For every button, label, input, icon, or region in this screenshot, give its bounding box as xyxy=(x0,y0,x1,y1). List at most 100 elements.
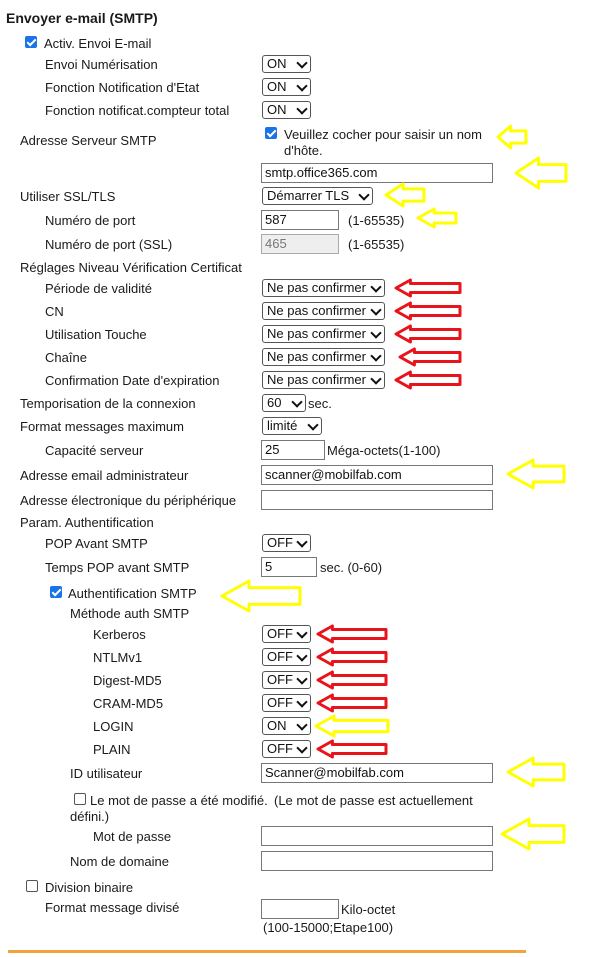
chevron-down-icon xyxy=(291,396,303,408)
hostname-checkbox[interactable] xyxy=(265,127,277,139)
method-login-label: LOGIN xyxy=(93,719,134,734)
arrow-left-icon xyxy=(316,624,388,644)
cert-cn-label: CN xyxy=(45,304,64,319)
port-input[interactable]: 587 xyxy=(261,210,339,230)
password-label: Mot de passe xyxy=(93,829,172,844)
method-kerberos-select[interactable]: OFF xyxy=(262,625,311,643)
cert-expiry-label: Confirmation Date d'expiration xyxy=(45,373,220,388)
port-ssl-label: Numéro de port (SSL) xyxy=(45,237,173,252)
password-input[interactable] xyxy=(261,826,493,846)
pop-select[interactable]: OFF xyxy=(262,534,311,552)
port-ssl-range: (1-65535) xyxy=(348,237,405,252)
domain-input[interactable] xyxy=(261,851,493,871)
split-format-range: (100-15000;Etape100) xyxy=(263,920,394,935)
method-kerberos-label: Kerberos xyxy=(93,627,146,642)
ssl-select[interactable]: Démarrer TLS xyxy=(262,187,373,205)
arrow-left-icon xyxy=(316,670,388,690)
chevron-down-icon xyxy=(307,419,319,431)
arrow-left-icon xyxy=(506,756,566,788)
arrow-left-icon xyxy=(316,647,388,667)
smtp-server-label: Adresse Serveur SMTP xyxy=(20,133,157,148)
method-ntlmv1-select[interactable]: OFF xyxy=(262,648,311,666)
cert-chain-select[interactable]: Ne pas confirmer xyxy=(262,348,385,366)
activ-label: Activ. Envoi E-mail xyxy=(44,36,152,51)
method-login-select[interactable]: ON xyxy=(262,717,311,735)
cert-cn-select[interactable]: Ne pas confirmer xyxy=(262,302,385,320)
port-ssl-input[interactable]: 465 xyxy=(261,234,339,254)
notif-compteur-label: Fonction notificat.compteur total xyxy=(45,103,230,118)
device-email-input[interactable] xyxy=(261,490,493,510)
method-cram-select[interactable]: OFF xyxy=(262,694,311,712)
split-format-unit: Kilo-octet xyxy=(341,902,396,917)
capacity-input[interactable]: 25 xyxy=(261,440,325,460)
arrow-left-icon xyxy=(316,739,388,759)
cert-key-select[interactable]: Ne pas confirmer xyxy=(262,325,385,343)
pop-time-input[interactable]: 5 xyxy=(261,557,317,577)
method-heading: Méthode auth SMTP xyxy=(70,606,190,621)
chevron-down-icon xyxy=(296,673,308,685)
chevron-down-icon xyxy=(370,373,382,385)
arrow-left-icon xyxy=(384,182,426,208)
pop-time-label: Temps POP avant SMTP xyxy=(45,560,190,575)
page-title: Envoyer e-mail (SMTP) xyxy=(6,10,158,26)
arrow-left-icon xyxy=(500,817,566,851)
arrow-left-icon xyxy=(496,124,528,150)
notif-compteur-select[interactable]: ON xyxy=(262,101,311,119)
chevron-down-icon xyxy=(296,742,308,754)
user-id-input[interactable]: Scanner@mobilfab.com xyxy=(261,763,493,783)
arrow-left-icon xyxy=(514,156,568,190)
pwd-changed-label: Le mot de passe a été modifié. xyxy=(90,793,268,808)
chevron-down-icon xyxy=(296,103,308,115)
chevron-down-icon xyxy=(370,281,382,293)
bottom-accent-bar xyxy=(8,950,526,953)
chevron-down-icon xyxy=(296,650,308,662)
pwd-changed-note2: défini.) xyxy=(70,809,110,824)
smtp-server-input[interactable]: smtp.office365.com xyxy=(261,163,493,183)
split-checkbox[interactable] xyxy=(26,880,38,892)
cert-chain-label: Chaîne xyxy=(45,350,87,365)
arrow-left-icon xyxy=(506,458,566,490)
arrow-left-icon xyxy=(220,579,302,613)
method-cram-label: CRAM-MD5 xyxy=(93,696,164,711)
arrow-left-icon xyxy=(316,693,388,713)
timeout-select[interactable]: 60 xyxy=(262,394,306,412)
pwd-changed-checkbox[interactable] xyxy=(74,793,86,805)
capacity-unit: Méga-octets(1-100) xyxy=(327,443,441,458)
arrow-left-icon xyxy=(394,324,462,344)
arrow-left-icon xyxy=(398,347,462,367)
admin-email-input[interactable]: scanner@mobilfab.com xyxy=(261,465,493,485)
method-digest-label: Digest-MD5 xyxy=(93,673,162,688)
notif-etat-label: Fonction Notification d'Etat xyxy=(45,80,200,95)
admin-email-label: Adresse email administrateur xyxy=(20,468,189,483)
smtp-auth-checkbox[interactable] xyxy=(50,586,62,598)
method-plain-label: PLAIN xyxy=(93,742,131,757)
envoi-num-select[interactable]: ON xyxy=(262,55,311,73)
cert-validity-label: Période de validité xyxy=(45,281,152,296)
cert-key-label: Utilisation Touche xyxy=(45,327,147,342)
chevron-down-icon xyxy=(296,57,308,69)
cert-validity-select[interactable]: Ne pas confirmer xyxy=(262,279,385,297)
split-format-label: Format message divisé xyxy=(45,900,180,915)
chevron-down-icon xyxy=(296,536,308,548)
pop-label: POP Avant SMTP xyxy=(45,536,148,551)
arrow-left-icon xyxy=(394,278,462,298)
arrow-left-icon xyxy=(394,370,462,390)
method-ntlmv1-label: NTLMv1 xyxy=(93,650,143,665)
method-plain-select[interactable]: OFF xyxy=(262,740,311,758)
split-format-input[interactable] xyxy=(261,899,339,919)
msgmax-select[interactable]: limité xyxy=(262,417,322,435)
cert-heading: Réglages Niveau Vérification Certificat xyxy=(20,260,242,275)
activ-checkbox[interactable] xyxy=(25,36,37,48)
cert-expiry-select[interactable]: Ne pas confirmer xyxy=(262,371,385,389)
user-id-label: ID utilisateur xyxy=(70,766,143,781)
arrow-left-icon xyxy=(314,714,390,738)
ssl-label: Utiliser SSL/TLS xyxy=(20,189,116,204)
timeout-label: Temporisation de la connexion xyxy=(20,396,196,411)
port-range: (1-65535) xyxy=(348,213,405,228)
chevron-down-icon xyxy=(370,327,382,339)
port-label: Numéro de port xyxy=(45,213,136,228)
auth-heading: Param. Authentification xyxy=(20,515,154,530)
chevron-down-icon xyxy=(370,350,382,362)
notif-etat-select[interactable]: ON xyxy=(262,78,311,96)
method-digest-select[interactable]: OFF xyxy=(262,671,311,689)
